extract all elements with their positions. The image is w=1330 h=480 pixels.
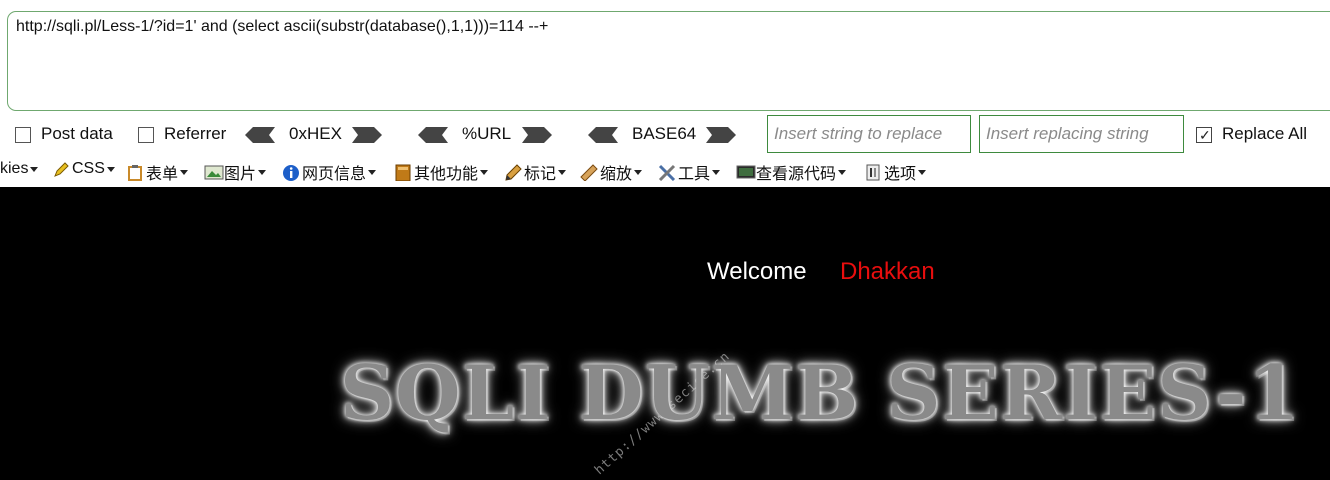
dropdown-caret-icon <box>558 169 567 175</box>
insert-replacing-string-input[interactable]: Insert replacing string <box>979 115 1184 153</box>
toolbar-label: 选项 <box>884 166 917 183</box>
post-data-checkbox[interactable] <box>15 127 31 143</box>
web-developer-toolbar: kies CSS 表单 图片 网页信息 其他功能 标记 缩放 工具 查看源代码 … <box>0 158 1330 184</box>
hackbar-panel: http://sqli.pl/Less-1/?id=1' and (select… <box>0 0 1330 187</box>
toolbar-images-menu[interactable]: 图片 <box>204 160 267 184</box>
toolbar-misc-menu[interactable]: 其他功能 <box>394 160 489 184</box>
dropdown-caret-icon <box>106 166 115 172</box>
url-text: http://sqli.pl/Less-1/?id=1' and (select… <box>16 18 549 35</box>
url-encode-arrow-icon[interactable] <box>522 126 552 144</box>
url-textarea[interactable]: http://sqli.pl/Less-1/?id=1' and (select… <box>7 11 1330 111</box>
book-icon <box>394 164 412 181</box>
pencil-icon <box>52 161 70 178</box>
toolbar-label: 表单 <box>146 166 179 183</box>
url-decode-arrow-icon[interactable] <box>418 126 448 144</box>
base64-decode-arrow-icon[interactable] <box>588 126 618 144</box>
dropdown-caret-icon <box>838 169 847 175</box>
toolbar-label: kies <box>0 160 29 177</box>
dropdown-caret-icon <box>712 169 721 175</box>
toolbar-label: 标记 <box>524 166 557 183</box>
tools-icon <box>658 164 676 181</box>
toolbar-label: 查看源代码 <box>756 166 837 183</box>
pen-icon <box>504 163 522 181</box>
url-label: %URL <box>462 124 512 143</box>
toolbar-label: 缩放 <box>600 166 633 183</box>
toolbar-label: 其他功能 <box>414 166 479 183</box>
hex-encode-arrow-icon[interactable] <box>352 126 382 144</box>
replace-all-checkbox[interactable]: ✓ <box>1196 127 1212 143</box>
toolbar-tools-menu[interactable]: 工具 <box>658 160 721 184</box>
toolbar-outline-menu[interactable]: 标记 <box>504 160 567 184</box>
toolbar-label: 工具 <box>678 166 711 183</box>
dropdown-caret-icon <box>30 166 39 172</box>
toolbar-label: 网页信息 <box>302 166 367 183</box>
username-text: Dhakkan <box>840 258 935 285</box>
dropdown-caret-icon <box>368 169 377 175</box>
toolbar-forms-menu[interactable]: 表单 <box>126 160 189 184</box>
toolbar-label: CSS <box>72 160 105 177</box>
options-row: Post data Referrer 0xHEX %URL BASE64 Ins… <box>0 115 1330 153</box>
options-icon <box>864 164 882 181</box>
checkmark-icon: ✓ <box>1199 127 1211 143</box>
dropdown-caret-icon <box>180 169 189 175</box>
dropdown-caret-icon <box>258 169 267 175</box>
image-icon <box>204 164 224 181</box>
ruler-icon <box>580 163 598 182</box>
toolbar-view-source-menu[interactable]: 查看源代码 <box>736 160 847 184</box>
page-content: http://www.secice.cn Welcome Dhakkan SQL… <box>0 187 1330 480</box>
monitor-icon <box>736 164 756 181</box>
toolbar-resize-menu[interactable]: 缩放 <box>580 160 643 184</box>
info-icon <box>282 164 300 181</box>
toolbar-cookies-menu[interactable]: kies <box>0 160 39 178</box>
toolbar-options-menu[interactable]: 选项 <box>864 160 927 184</box>
welcome-text: Welcome <box>707 258 807 285</box>
post-data-label: Post data <box>41 124 113 143</box>
dropdown-caret-icon <box>480 169 489 175</box>
dropdown-caret-icon <box>634 169 643 175</box>
replace-all-label: Replace All <box>1222 124 1308 143</box>
clipboard-icon <box>126 164 144 181</box>
sqli-banner-logo: SQLI DUMB SERIES-1 <box>340 349 1301 437</box>
referrer-checkbox[interactable] <box>138 127 154 143</box>
base64-label: BASE64 <box>632 124 697 143</box>
insert-string-to-replace-input[interactable]: Insert string to replace <box>767 115 971 153</box>
toolbar-css-menu[interactable]: CSS <box>52 160 115 178</box>
toolbar-label: 图片 <box>224 166 257 183</box>
hex-decode-arrow-icon[interactable] <box>245 126 275 144</box>
toolbar-page-info-menu[interactable]: 网页信息 <box>282 160 377 184</box>
referrer-label: Referrer <box>164 124 227 143</box>
hex-label: 0xHEX <box>289 124 342 143</box>
dropdown-caret-icon <box>918 169 927 175</box>
base64-encode-arrow-icon[interactable] <box>706 126 736 144</box>
